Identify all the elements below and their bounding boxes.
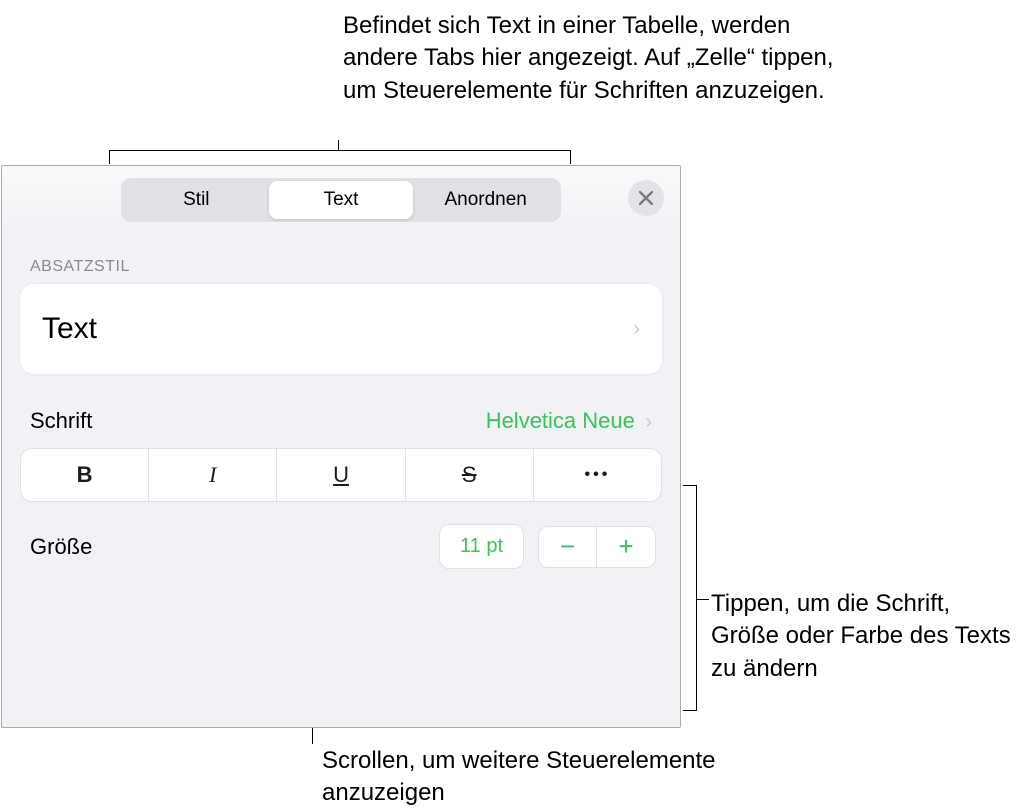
chevron-right-icon: › <box>633 318 640 341</box>
panel-header: Stil Text Anordnen <box>2 166 680 234</box>
bold-button[interactable]: B <box>21 449 149 501</box>
format-panel: Stil Text Anordnen Absatzstil Text › Sch… <box>1 165 681 728</box>
callout-bottom: Scrollen, um weitere Steuerelemente anzu… <box>322 745 722 810</box>
size-increase-button[interactable]: + <box>597 527 655 567</box>
callout-bracket-top <box>109 150 571 164</box>
chevron-right-icon: › <box>645 411 652 433</box>
size-decrease-button[interactable]: − <box>539 527 597 567</box>
size-stepper: − + <box>538 526 656 568</box>
callout-top: Befindet sich Text in einer Tabelle, wer… <box>343 10 843 107</box>
font-value: Helvetica Neue <box>486 408 635 433</box>
paragraph-style-label: Absatzstil <box>2 234 680 284</box>
callout-right: Tippen, um die Schrift, Größe oder Farbe… <box>711 588 1011 685</box>
close-button[interactable] <box>628 180 664 216</box>
more-options-button[interactable]: ••• <box>534 449 661 501</box>
size-label: Größe <box>30 534 439 560</box>
font-row[interactable]: Schrift Helvetica Neue › <box>2 408 680 448</box>
strikethrough-button[interactable]: S <box>406 449 534 501</box>
italic-button[interactable]: I <box>149 449 277 501</box>
tab-text[interactable]: Text <box>269 181 414 219</box>
size-row: Größe 11 pt − + <box>2 502 680 589</box>
paragraph-style-card[interactable]: Text › <box>20 284 662 374</box>
underline-button[interactable]: U <box>277 449 405 501</box>
callout-bracket-right <box>683 485 697 711</box>
segmented-control: Stil Text Anordnen <box>121 178 561 222</box>
tab-stil[interactable]: Stil <box>124 181 269 219</box>
paragraph-style-value: Text <box>42 312 97 346</box>
size-value-button[interactable]: 11 pt <box>439 524 524 569</box>
ellipsis-icon: ••• <box>585 466 611 484</box>
font-label: Schrift <box>30 408 92 434</box>
format-button-group: B I U S ••• <box>20 448 662 502</box>
close-icon <box>639 191 653 205</box>
tab-anordnen[interactable]: Anordnen <box>413 181 558 219</box>
